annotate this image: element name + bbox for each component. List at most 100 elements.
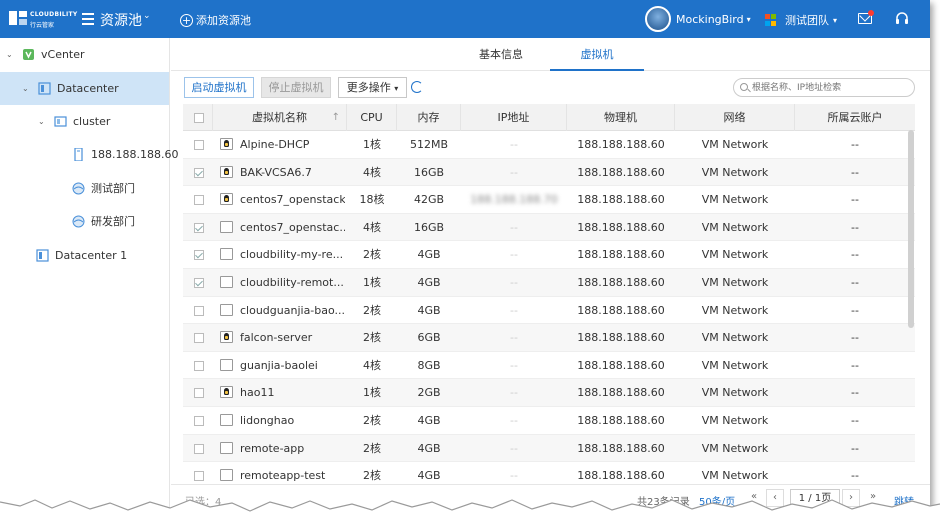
column-header-name[interactable]: 虚拟机名称 ↑ <box>213 104 347 131</box>
host-cell: 188.188.188.60 <box>577 248 665 262</box>
linux-vm-icon <box>220 165 233 178</box>
row-checkbox[interactable] <box>194 360 204 371</box>
user-name: MockingBird <box>676 12 744 26</box>
tree-item-host[interactable]: 188.188.188.60 <box>72 138 178 170</box>
tree-item-rd-dept[interactable]: 研发部门 <box>72 205 135 237</box>
vm-name-cell[interactable]: Alpine-DHCP <box>240 131 345 158</box>
column-label: 虚拟机名称 <box>252 111 307 124</box>
refresh-icon[interactable] <box>411 81 423 93</box>
cpu-cell: 4核 <box>363 358 381 372</box>
headset-icon[interactable] <box>895 12 909 26</box>
vm-name-cell[interactable]: remote-app <box>240 435 345 462</box>
vm-name-cell[interactable]: cloudguanjia-bao... <box>240 297 345 324</box>
datacenter-icon <box>36 248 49 262</box>
host-cell: 188.188.188.60 <box>577 386 665 400</box>
logo[interactable]: CLOUDBILITY 行云管家 <box>8 7 77 31</box>
row-checkbox[interactable] <box>194 278 204 288</box>
team-menu[interactable]: 测试团队 ▾ <box>765 12 837 28</box>
row-checkbox[interactable] <box>194 443 204 454</box>
search-box[interactable] <box>733 78 915 97</box>
table-row[interactable]: Alpine-DHCP 1核 512MB -- 188.188.188.60 VM Net… <box>183 131 915 159</box>
row-checkbox[interactable] <box>194 140 204 150</box>
sidebar-tree: ⌄ vCenter ⌄ Datacenter ⌄ cluster 188.188… <box>0 38 178 512</box>
linux-vm-icon <box>220 331 233 344</box>
table-row[interactable]: falcon-server 2核 6GB -- 188.188.188.60 VM Net… <box>183 324 915 352</box>
ip-cell: -- <box>510 358 518 372</box>
table-row[interactable]: BAK-VCSA6.7 4核 16GB -- 188.188.188.60 VM Netw… <box>183 158 915 187</box>
host-cell: 188.188.188.60 <box>577 331 665 345</box>
vm-name-cell[interactable]: hao11 <box>240 379 345 406</box>
table-row[interactable]: cloudbility-my-re... 2核 4GB -- 188.188.188.6… <box>183 241 915 269</box>
table-row[interactable]: centos7_openstac... 4核 16GB -- 188.188.188.6… <box>183 213 915 242</box>
tree-item-datacenter-1[interactable]: Datacenter 1 <box>36 239 127 271</box>
row-checkbox[interactable] <box>194 388 204 399</box>
table-row[interactable]: lidonghao 2核 4GB -- 188.188.188.60 VM Network… <box>183 407 915 435</box>
column-header-ip: IP地址 <box>461 104 567 131</box>
network-cell: VM Network <box>701 331 769 345</box>
tab-virtual-machines[interactable]: 虚拟机 <box>550 38 644 71</box>
vm-name-cell[interactable]: guanjia-baolei <box>240 352 345 379</box>
network-cell: VM Network <box>701 248 769 262</box>
network-cell: VM Network <box>701 303 769 317</box>
sort-icon[interactable]: ↑ <box>332 104 340 131</box>
resource-pool-icon <box>72 215 85 227</box>
vm-name-cell[interactable]: BAK-VCSA6.7 <box>240 159 345 186</box>
account-cell: -- <box>851 386 859 400</box>
table-row[interactable]: guanjia-baolei 4核 8GB -- 188.188.188.60 VM Ne… <box>183 352 915 380</box>
host-cell: 188.188.188.60 <box>577 220 665 234</box>
torn-edge-decoration <box>0 499 940 524</box>
host-cell: 188.188.188.60 <box>577 358 665 372</box>
vm-name-cell[interactable]: cloudbility-my-re... <box>240 241 345 268</box>
user-menu[interactable]: MockingBird ▾ <box>645 6 751 32</box>
tree-item-label: Datacenter <box>57 81 119 95</box>
tree-item-datacenter[interactable]: ⌄ Datacenter <box>22 72 119 104</box>
table-row[interactable]: centos7_openstack 18核 42GB 188.188.188.70 18… <box>183 186 915 214</box>
start-vm-button[interactable]: 启动虚拟机 <box>184 77 254 98</box>
table-scrollbar[interactable] <box>908 130 914 328</box>
row-checkbox[interactable] <box>194 471 204 482</box>
tree-item-cluster[interactable]: ⌄ cluster <box>38 105 110 137</box>
tab-basic-info[interactable]: 基本信息 <box>461 38 541 71</box>
table-row[interactable]: remote-app 2核 4GB -- 188.188.188.60 VM Networ… <box>183 434 915 463</box>
network-cell: VM Network <box>701 441 769 455</box>
memory-cell: 16GB <box>413 220 445 234</box>
vm-name-cell[interactable]: lidonghao <box>240 407 345 434</box>
row-checkbox[interactable] <box>194 333 204 344</box>
row-checkbox[interactable] <box>194 305 204 316</box>
notification-dot <box>868 10 874 16</box>
network-cell: VM Network <box>701 276 769 289</box>
vm-name-cell[interactable]: centos7_openstac... <box>240 214 345 241</box>
ip-cell: -- <box>510 165 518 179</box>
account-cell: -- <box>851 358 859 372</box>
menu-icon[interactable] <box>82 13 94 25</box>
memory-cell: 16GB <box>413 165 445 179</box>
row-checkbox[interactable] <box>194 416 204 426</box>
chevron-down-icon[interactable]: ⌄ <box>143 11 151 21</box>
column-header-host: 物理机 <box>567 104 675 131</box>
more-actions-button[interactable]: 更多操作 ▾ <box>338 77 407 98</box>
ip-cell: -- <box>510 220 518 234</box>
row-checkbox[interactable] <box>194 167 204 178</box>
vm-name-cell[interactable]: cloudbility-remot... <box>240 269 345 296</box>
memory-cell: 4GB <box>417 414 441 427</box>
row-checkbox[interactable] <box>194 195 204 206</box>
network-cell: VM Network <box>701 165 769 179</box>
row-checkbox[interactable] <box>194 222 204 233</box>
ip-cell: 188.188.188.70 <box>470 193 558 207</box>
add-pool-button[interactable]: + 添加资源池 <box>180 12 251 28</box>
page-title[interactable]: 资源池 <box>100 10 142 30</box>
table-row[interactable]: cloudbility-remot... 1核 4GB -- 188.188.188.6… <box>183 269 915 297</box>
search-input[interactable] <box>752 80 910 95</box>
table-row[interactable]: cloudguanjia-bao... 2核 4GB -- 188.188.188.60… <box>183 297 915 325</box>
tree-item-test-dept[interactable]: 测试部门 <box>72 172 135 204</box>
table-row[interactable]: hao11 1核 2GB -- 188.188.188.60 VM Network -- <box>183 379 915 407</box>
vm-icon <box>220 469 233 482</box>
vm-name-cell[interactable]: centos7_openstack <box>240 186 345 213</box>
stop-vm-button[interactable]: 停止虚拟机 <box>261 77 331 98</box>
ip-cell: -- <box>510 303 518 317</box>
tree-item-vcenter[interactable]: ⌄ vCenter <box>6 38 85 70</box>
account-cell: -- <box>851 414 859 427</box>
row-checkbox[interactable] <box>194 250 204 261</box>
vm-name-cell[interactable]: falcon-server <box>240 324 345 351</box>
select-all-checkbox[interactable] <box>194 113 204 123</box>
